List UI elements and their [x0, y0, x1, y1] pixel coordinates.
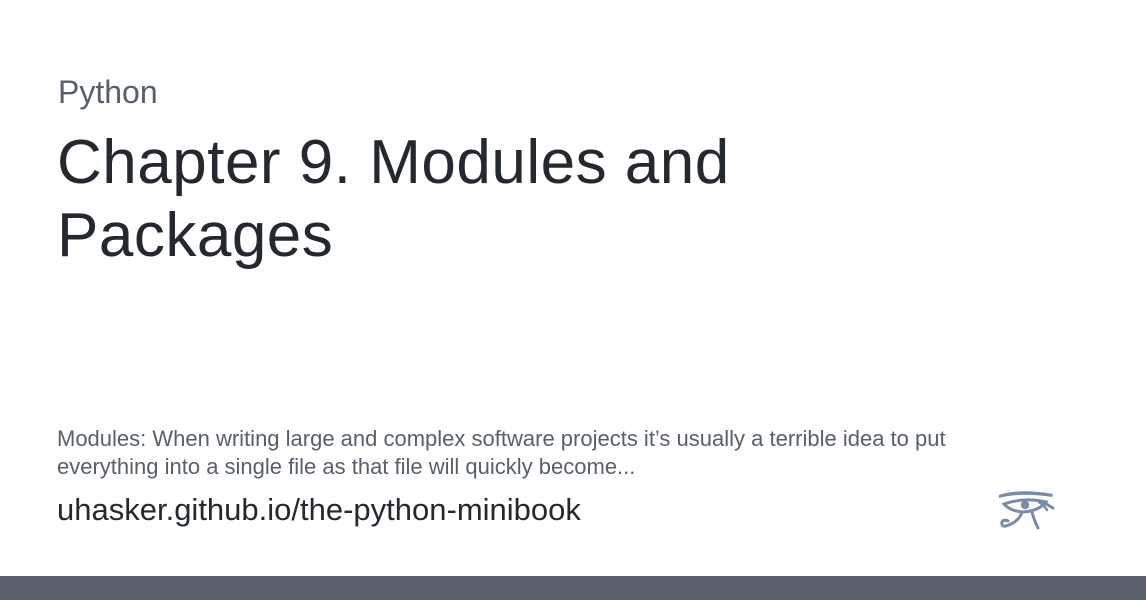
- bottom-bar: [0, 576, 1146, 600]
- site-category: Python: [58, 74, 158, 110]
- page-title: Chapter 9. Modules and Packages: [57, 128, 730, 270]
- page-description: Modules: When writing large and complex …: [57, 426, 946, 479]
- link-preview-card[interactable]: Python Chapter 9. Modules and Packages M…: [0, 0, 1146, 600]
- site-url: uhasker.github.io/the-python-minibook: [57, 492, 581, 527]
- eye-of-horus-icon: [999, 491, 1055, 530]
